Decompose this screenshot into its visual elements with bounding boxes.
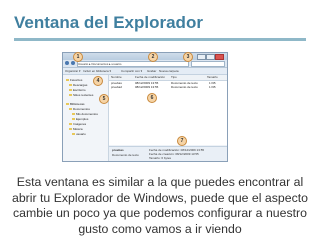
toolbar-include-library[interactable]: Incluir en biblioteca ▾ <box>83 69 111 73</box>
nav-label: Descargas <box>73 83 88 87</box>
nav-user[interactable]: usuario <box>72 132 86 136</box>
folder-icon <box>72 113 75 116</box>
callout-4: 4 <box>93 76 103 86</box>
folder-icon <box>69 108 72 111</box>
library-icon <box>66 103 69 106</box>
details-size: Tamaño: 6 bytes <box>149 156 172 160</box>
nav-favorites[interactable]: Favoritos <box>66 78 82 82</box>
back-arrow-icon[interactable] <box>65 61 69 65</box>
callout-6: 6 <box>147 93 157 103</box>
nav-label: Música <box>73 127 83 131</box>
folder-icon <box>69 84 72 87</box>
nav-label: usuario <box>76 132 86 136</box>
callout-2: 2 <box>148 52 158 62</box>
window-titlebar <box>63 53 227 60</box>
column-name[interactable]: Nombre <box>111 76 122 79</box>
details-type: Documento de texto <box>112 153 139 157</box>
nav-downloads[interactable]: Descargas <box>69 83 87 87</box>
forward-arrow-icon[interactable] <box>71 61 75 65</box>
nav-label: Documentos <box>73 107 90 111</box>
callout-5: 5 <box>99 94 109 104</box>
file-size: 1 KB <box>209 85 216 89</box>
toolbar-burn[interactable]: Grabar <box>147 69 156 73</box>
nav-label: Favoritos <box>70 78 83 82</box>
address-bar-row: Usuario ▸ Documentos ▸ usuario <box>63 60 227 68</box>
toolbar-organize[interactable]: Organizar ▾ <box>65 69 81 73</box>
column-date[interactable]: Fecha de modificación <box>135 76 165 79</box>
folder-icon <box>69 89 72 92</box>
file-name: prueba2 <box>111 85 123 89</box>
slide-caption: Esta ventana es similar a la que puedes … <box>12 175 308 236</box>
toolbar-share[interactable]: Compartir con ▾ <box>121 69 142 73</box>
nav-my-documents[interactable]: Mis documentos <box>72 112 98 116</box>
file-date: 08/12/2009 13:55 <box>135 85 159 89</box>
folder-icon <box>72 118 75 121</box>
nav-label: Mis documentos <box>76 112 98 116</box>
nav-documents[interactable]: Documentos <box>69 107 90 111</box>
folder-icon <box>72 133 75 136</box>
callout-3: 3 <box>183 52 193 62</box>
explorer-window: Usuario ▸ Documentos ▸ usuario Organizar… <box>62 52 228 162</box>
title-divider <box>14 38 306 41</box>
details-pane: pruebas Documento de texto Fecha de modi… <box>109 146 227 161</box>
navigation-pane: Favoritos Descargas Escritorio Sitios re… <box>63 75 109 161</box>
nav-label: Imágenes <box>73 122 87 126</box>
nav-label: Escritorio <box>73 88 86 92</box>
nav-label: Ejemplos <box>76 117 89 121</box>
table-row[interactable]: prueba2 08/12/2009 13:55 Documento de te… <box>109 85 227 89</box>
nav-desktop[interactable]: Escritorio <box>69 88 86 92</box>
toolbar-new-folder[interactable]: Nueva carpeta <box>159 69 179 73</box>
file-type: Documento de texto <box>171 85 198 89</box>
toolbar: Organizar ▾ Incluir en biblioteca ▾ Comp… <box>63 68 227 75</box>
nav-examples[interactable]: Ejemplos <box>72 117 88 121</box>
details-name: pruebas <box>112 148 124 152</box>
nav-recent[interactable]: Sitios recientes <box>69 93 93 97</box>
nav-images[interactable]: Imágenes <box>69 122 86 126</box>
callout-7: 7 <box>177 136 187 146</box>
column-size[interactable]: Tamaño <box>207 76 218 79</box>
folder-icon <box>69 123 72 126</box>
nav-label: Sitios recientes <box>73 93 94 97</box>
callout-1: 1 <box>73 52 83 62</box>
folder-icon <box>69 94 72 97</box>
column-type[interactable]: Tipo <box>171 76 177 79</box>
folder-icon <box>69 128 72 131</box>
nav-libraries[interactable]: Bibliotecas <box>66 102 85 106</box>
slide-title: Ventana del Explorador <box>14 13 203 32</box>
file-list: Nombre Fecha de modificación Tipo Tamaño… <box>109 75 227 145</box>
address-bar[interactable]: Usuario ▸ Documentos ▸ usuario <box>77 61 189 67</box>
star-icon <box>66 79 69 82</box>
nav-music[interactable]: Música <box>69 127 83 131</box>
nav-label: Bibliotecas <box>70 102 85 106</box>
search-input[interactable] <box>191 61 225 67</box>
